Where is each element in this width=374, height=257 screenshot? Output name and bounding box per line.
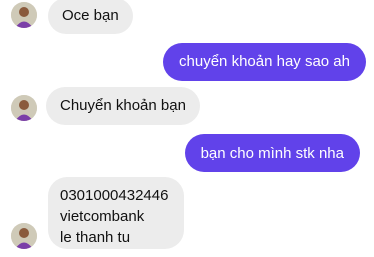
account-holder-name: le thanh tu: [60, 229, 131, 246]
outgoing-message[interactable]: chuyển khoản hay sao ah: [163, 43, 366, 81]
incoming-message[interactable]: Oce bạn: [48, 0, 133, 34]
incoming-message[interactable]: 0301000432446 vietcombank le thanh tu: [48, 177, 184, 249]
outgoing-message[interactable]: bạn cho mình stk nha: [184, 134, 360, 172]
contact-avatar[interactable]: [11, 2, 37, 28]
contact-avatar[interactable]: [11, 95, 37, 121]
person-avatar-icon: [11, 2, 37, 28]
person-avatar-icon: [11, 95, 37, 121]
person-avatar-icon: [11, 223, 37, 249]
account-number: 0301000432446: [60, 187, 169, 204]
contact-avatar[interactable]: [11, 223, 37, 249]
incoming-message[interactable]: Chuyển khoản bạn: [46, 87, 200, 125]
bank-name: vietcombank: [60, 208, 145, 225]
